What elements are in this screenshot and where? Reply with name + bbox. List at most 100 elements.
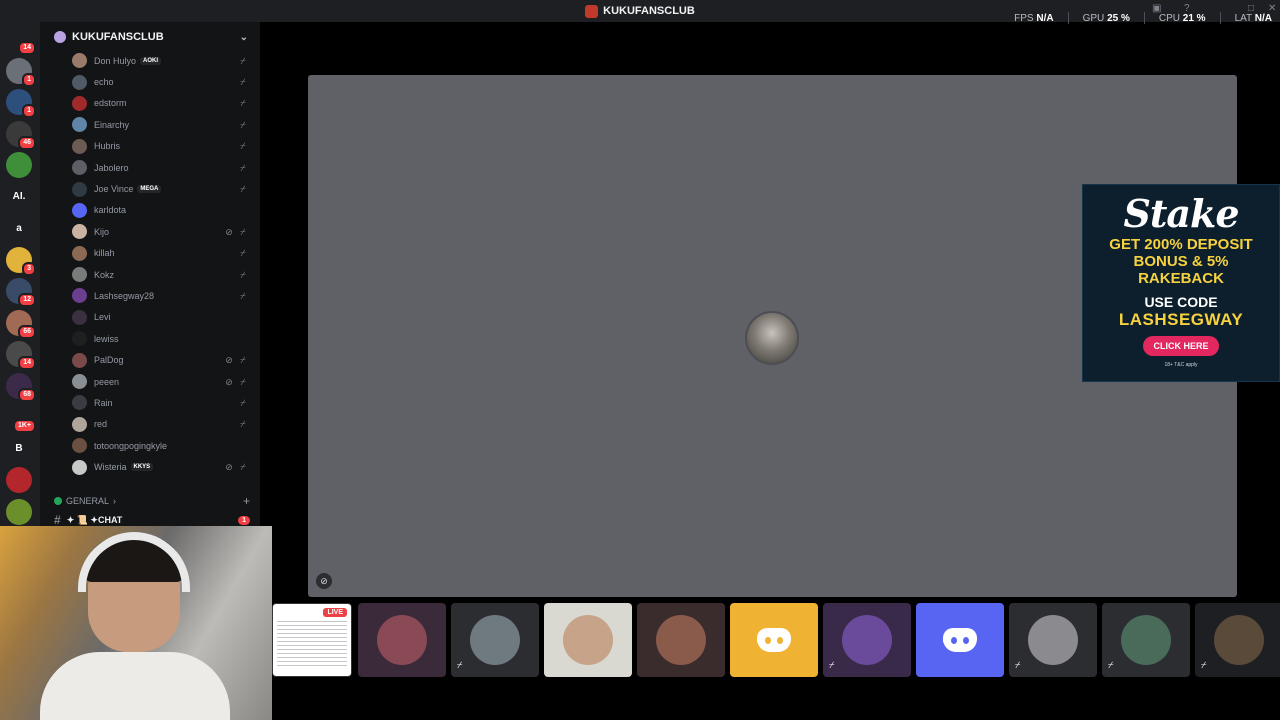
participant-tile[interactable]: ⌿: [1195, 603, 1280, 677]
member-name: Kokz: [94, 269, 115, 280]
participant-avatar: [1214, 615, 1264, 665]
server-header[interactable]: KUKUFANSCLUB ⌄: [40, 22, 260, 52]
stat-value: 25 %: [1107, 12, 1130, 24]
voice-member[interactable]: Kokz ⌿: [40, 264, 260, 285]
voice-member[interactable]: lewiss: [40, 328, 260, 349]
voice-member[interactable]: Wisteria KKYS ⊘ ⌿: [40, 456, 260, 477]
channel-chat[interactable]: # ✦ 📜 ✦CHAT 1: [54, 513, 250, 527]
server-icon-2[interactable]: 1: [6, 89, 36, 118]
voice-member[interactable]: Lashsegway28 ⌿: [40, 285, 260, 306]
discord-logo-icon: [757, 628, 791, 652]
voice-member[interactable]: peeen ⊘ ⌿: [40, 371, 260, 392]
logo-eye: [951, 637, 957, 644]
voice-member[interactable]: karldota: [40, 200, 260, 221]
category-status-icon: [54, 497, 62, 505]
avatar: [72, 416, 87, 432]
server-unread-badge: 68: [18, 387, 36, 402]
member-name: Rain: [94, 397, 113, 408]
speaker-avatar[interactable]: [745, 311, 799, 365]
server-icon-4[interactable]: [6, 152, 32, 178]
participant-tile[interactable]: ⌿: [823, 603, 911, 677]
sponsor-fine-print: 18+ T&C apply: [1164, 362, 1198, 368]
server-icon-6[interactable]: 66: [6, 309, 36, 339]
participant-tile[interactable]: [730, 603, 818, 677]
avatar: [72, 459, 87, 475]
muted-mic-icon: ⌿: [240, 397, 246, 408]
webcam-overlay: [0, 526, 272, 720]
voice-member[interactable]: Don Hulyo AOKI ⌿: [40, 50, 260, 71]
avatar: [72, 374, 87, 390]
category-general[interactable]: GENERAL › +: [54, 494, 250, 508]
server-icon-9[interactable]: 1K+: [6, 404, 36, 433]
stat-fps: FPS N/A: [1014, 13, 1053, 24]
server-badge-icon: [54, 31, 66, 43]
server-icon-a[interactable]: a: [6, 215, 32, 241]
participant-tile[interactable]: [544, 603, 632, 677]
participant-tile[interactable]: ⌿: [451, 603, 539, 677]
server-icon-3[interactable]: 46: [6, 120, 36, 150]
voice-member[interactable]: Kijo ⊘ ⌿: [40, 221, 260, 242]
member-name: Wisteria: [94, 462, 127, 473]
stat-lat: LAT N/A: [1235, 13, 1272, 24]
chevron-down-icon[interactable]: ⌄: [240, 32, 248, 43]
voice-member[interactable]: echo ⌿: [40, 71, 260, 92]
member-name: Hubris: [94, 141, 121, 152]
muted-mic-icon: ⌿: [240, 98, 246, 109]
member-status-icons: ⌿: [238, 398, 248, 408]
server-icon-5[interactable]: 12: [6, 278, 36, 307]
member-name: edstorm: [94, 98, 127, 109]
server-icon-8[interactable]: 68: [6, 372, 36, 402]
voice-member[interactable]: totoongpogingkyle: [40, 435, 260, 456]
member-status-icons: ⌿: [238, 98, 248, 108]
voice-member[interactable]: Einarchy ⌿: [40, 114, 260, 135]
participant-tile[interactable]: LIVE: [272, 603, 352, 677]
muted-mic-icon: ⌿: [240, 162, 246, 173]
participant-tile[interactable]: [358, 603, 446, 677]
server-icon-ai[interactable]: AI.: [6, 183, 32, 210]
participant-tile[interactable]: [916, 603, 1004, 677]
muted-mic-icon: ⌿: [240, 462, 246, 473]
voice-member[interactable]: edstorm ⌿: [40, 93, 260, 114]
voice-member[interactable]: Hubris ⌿: [40, 136, 260, 157]
server-icon-10[interactable]: [6, 467, 32, 493]
deafened-icon: ⊘: [225, 462, 233, 473]
voice-member-list: Don Hulyo AOKI ⌿ echo ⌿ edstorm ⌿ Einarchy ⌿ Hubr…: [40, 50, 260, 478]
member-tag: KKYS: [130, 463, 154, 472]
server-icon-11[interactable]: [6, 498, 32, 525]
add-channel-icon[interactable]: +: [243, 494, 250, 508]
server-icon-1[interactable]: 1: [6, 57, 36, 87]
voice-member[interactable]: PalDog ⊘ ⌿: [40, 349, 260, 370]
participant-tile[interactable]: ⌿: [1102, 603, 1190, 677]
deafened-icon: ⊘: [225, 376, 233, 387]
voice-member[interactable]: Joe Vince MEGA ⌿: [40, 178, 260, 199]
streamer-figure: [40, 532, 230, 720]
muted-mic-icon: ⌿: [240, 290, 246, 301]
deafened-icon: ⊘: [225, 355, 233, 366]
window-title: KUKUFANSCLUB: [585, 4, 695, 18]
channel-sidebar: KUKUFANSCLUB ⌄ Don Hulyo AOKI ⌿ echo ⌿ edstor…: [40, 22, 260, 532]
participant-avatar: [563, 615, 613, 665]
avatar: [72, 288, 87, 304]
member-name: Lashsegway28: [94, 290, 155, 301]
avatar: [72, 74, 87, 90]
click-here-button[interactable]: CLICK HERE: [1143, 336, 1219, 356]
sponsor-banner[interactable]: Stake GET 200% DEPOSIT BONUS & 5% RAKEBA…: [1082, 184, 1280, 382]
member-status-icons: ⊘ ⌿: [224, 462, 248, 472]
muted-mic-icon: ⌿: [240, 184, 246, 195]
voice-member[interactable]: Jabolero ⌿: [40, 157, 260, 178]
muted-mic-icon: ⌿: [240, 119, 246, 130]
participant-tile[interactable]: [637, 603, 725, 677]
server-icon-pikachu[interactable]: 3: [6, 246, 36, 276]
server-name: KUKUFANSCLUB: [72, 31, 164, 43]
voice-member[interactable]: red ⌿: [40, 414, 260, 435]
participant-tile[interactable]: ⌿: [1009, 603, 1097, 677]
discord-home-icon[interactable]: 14: [6, 26, 36, 55]
server-icon-7[interactable]: 14: [6, 341, 36, 370]
participant-avatar: [470, 615, 520, 665]
stat-label: CPU: [1158, 12, 1183, 24]
server-icon-b[interactable]: B: [6, 435, 32, 462]
voice-member[interactable]: killah ⌿: [40, 243, 260, 264]
voice-member[interactable]: Levi: [40, 307, 260, 328]
screen-share-preview: [277, 618, 347, 668]
voice-member[interactable]: Rain ⌿: [40, 392, 260, 413]
